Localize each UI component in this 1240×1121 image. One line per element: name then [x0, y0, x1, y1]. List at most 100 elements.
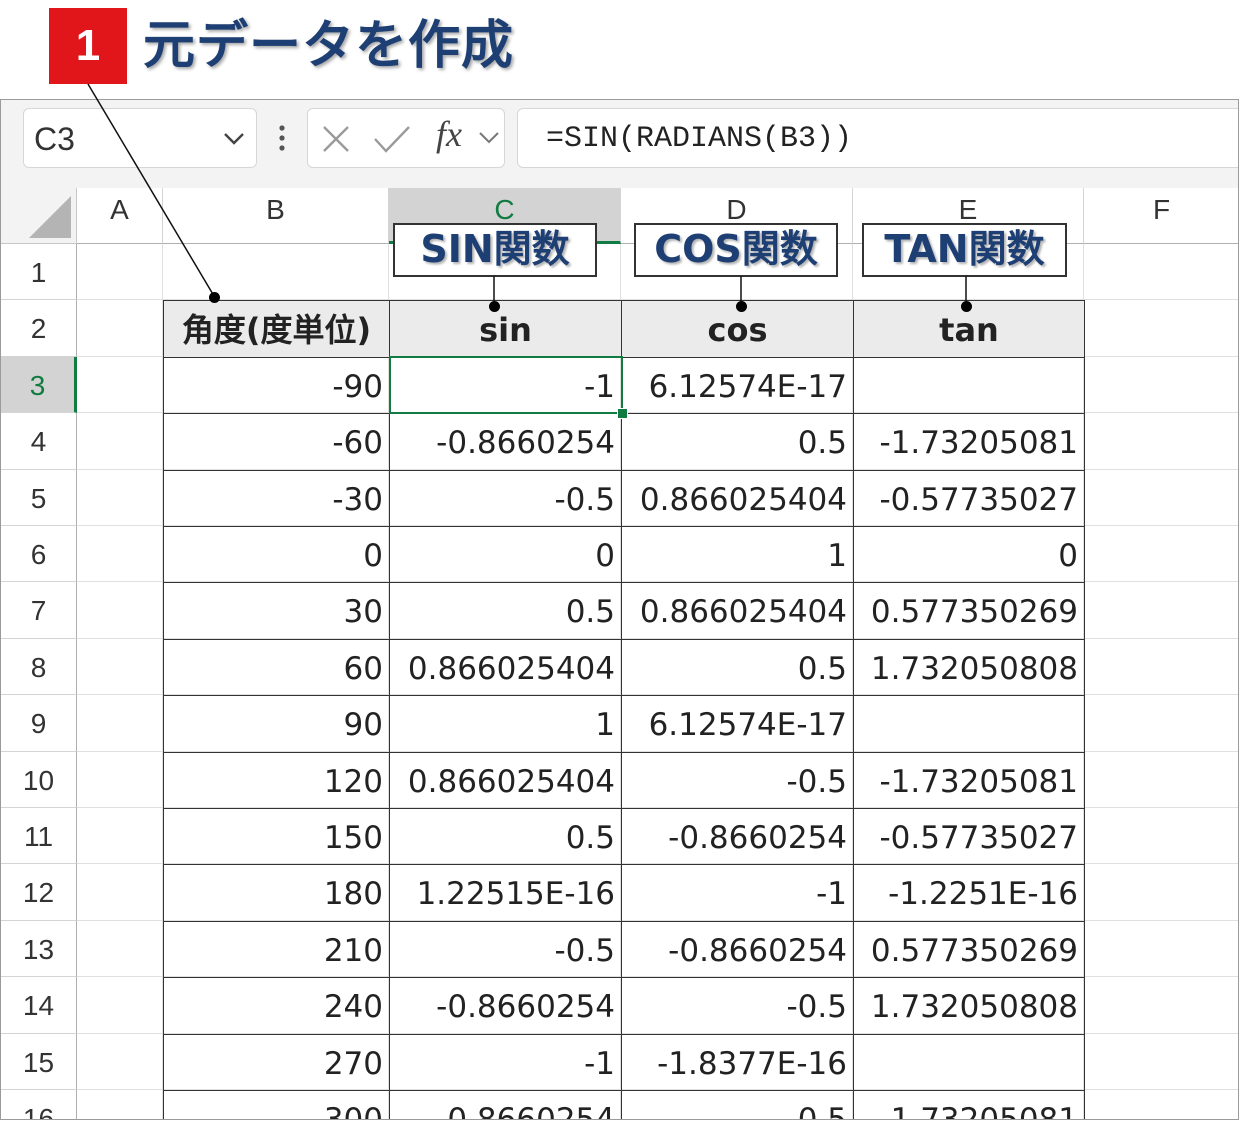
cell-d8[interactable]: 0.5: [621, 638, 854, 697]
cell-c9[interactable]: 1: [389, 695, 622, 753]
row-header-13[interactable]: 13: [1, 920, 77, 978]
cell-d3[interactable]: 6.12574E-17: [621, 356, 854, 415]
cancel-icon[interactable]: [320, 123, 352, 155]
cell-c15[interactable]: -1: [389, 1033, 622, 1091]
chevron-down-icon[interactable]: [222, 129, 246, 149]
function-callout-label: TAN関数: [862, 223, 1067, 277]
cell-c4[interactable]: -0.8660254: [389, 413, 622, 471]
cell-e4[interactable]: -1.73205081: [853, 413, 1085, 471]
cell-d14[interactable]: -0.5: [621, 977, 854, 1035]
cell-b9[interactable]: 90: [163, 695, 390, 753]
cell-d7[interactable]: 0.866025404: [621, 582, 854, 640]
row-header-1[interactable]: 1: [1, 244, 77, 301]
row-header-2[interactable]: 2: [1, 300, 77, 357]
cell-e3[interactable]: [853, 356, 1085, 415]
cell-b4[interactable]: -60: [163, 413, 390, 471]
column-header-f[interactable]: F: [1084, 188, 1238, 244]
cell-d9[interactable]: 6.12574E-17: [621, 695, 854, 753]
cell-b5[interactable]: -30: [163, 469, 390, 527]
cell-d6[interactable]: 1: [621, 526, 854, 584]
cell-e9[interactable]: [853, 695, 1085, 753]
cell-d13[interactable]: -0.8660254: [621, 920, 854, 979]
row-header-10[interactable]: 10: [1, 751, 77, 808]
cell-e7[interactable]: 0.577350269: [853, 582, 1085, 640]
cell-d12[interactable]: -1: [621, 864, 854, 922]
formula-input[interactable]: =SIN(RADIANS(B3)): [517, 108, 1238, 168]
cell-c7[interactable]: 0.5: [389, 582, 622, 640]
column-header-a[interactable]: A: [77, 188, 163, 244]
row-header-12[interactable]: 12: [1, 864, 77, 921]
row-header-3[interactable]: 3: [1, 356, 77, 414]
cell-e16[interactable]: 1.73205081: [853, 1090, 1085, 1119]
header-cell-b[interactable]: 角度(度単位): [163, 300, 390, 358]
callout-dot: [489, 301, 500, 312]
cell-d15[interactable]: -1.8377E-16: [621, 1033, 854, 1091]
cell-e8[interactable]: 1.732050808: [853, 638, 1085, 697]
cell-b10[interactable]: 120: [163, 751, 390, 809]
cell-c10[interactable]: 0.866025404: [389, 751, 622, 809]
cell-c12[interactable]: 1.22515E-16: [389, 864, 622, 922]
cell-e10[interactable]: -1.73205081: [853, 751, 1085, 809]
enter-check-icon[interactable]: [372, 123, 412, 155]
cell-b12[interactable]: 180: [163, 864, 390, 922]
cell-c3[interactable]: -1: [389, 356, 622, 415]
callout-dot: [209, 292, 220, 303]
callout-dot: [736, 301, 747, 312]
cell-e12[interactable]: -1.2251E-16: [853, 864, 1085, 922]
row-header-16[interactable]: 16: [1, 1090, 77, 1119]
row-header-4[interactable]: 4: [1, 413, 77, 470]
cell-c5[interactable]: -0.5: [389, 469, 622, 527]
select-all-corner[interactable]: [1, 188, 77, 244]
cell-c14[interactable]: -0.8660254: [389, 977, 622, 1035]
cell-c6[interactable]: 0: [389, 526, 622, 584]
fill-handle[interactable]: [617, 408, 628, 419]
column-header-b[interactable]: B: [163, 188, 389, 244]
cell-b14[interactable]: 240: [163, 977, 390, 1035]
cell-d4[interactable]: 0.5: [621, 413, 854, 471]
cell-b15[interactable]: 270: [163, 1033, 390, 1091]
formula-text: =SIN(RADIANS(B3)): [546, 122, 853, 156]
cell-c13[interactable]: -0.5: [389, 920, 622, 979]
row-header-8[interactable]: 8: [1, 638, 77, 696]
cell-b7[interactable]: 30: [163, 582, 390, 640]
cell-b6[interactable]: 0: [163, 526, 390, 584]
insert-function-button[interactable]: fx: [436, 113, 462, 155]
chevron-down-icon[interactable]: [478, 129, 500, 147]
cell-c8[interactable]: 0.866025404: [389, 638, 622, 697]
cell-c16[interactable]: 0.8660254: [389, 1090, 622, 1119]
callout-dot: [961, 301, 972, 312]
cell-e5[interactable]: -0.57735027: [853, 469, 1085, 527]
cell-b13[interactable]: 210: [163, 920, 390, 979]
select-all-triangle-icon: [29, 196, 71, 238]
function-callout-label: COS関数: [634, 223, 838, 277]
more-options-icon[interactable]: [275, 124, 289, 154]
function-callout-label: SIN関数: [393, 223, 597, 277]
cell-c11[interactable]: 0.5: [389, 808, 622, 866]
cell-e14[interactable]: 1.732050808: [853, 977, 1085, 1035]
cell-b8[interactable]: 60: [163, 638, 390, 697]
cell-d5[interactable]: 0.866025404: [621, 469, 854, 527]
cell-e13[interactable]: 0.577350269: [853, 920, 1085, 979]
step-title: 元データを作成: [143, 16, 515, 76]
cell-e15[interactable]: [853, 1033, 1085, 1091]
cell-d11[interactable]: -0.8660254: [621, 808, 854, 866]
cell-d16[interactable]: 0.5: [621, 1090, 854, 1119]
row-header-14[interactable]: 14: [1, 977, 77, 1034]
header-cell-c[interactable]: sin: [389, 300, 622, 358]
formula-bar: C3 fx =SIN(RADIANS(B3)): [1, 100, 1238, 188]
row-header-9[interactable]: 9: [1, 695, 77, 752]
cell-b3[interactable]: -90: [163, 356, 390, 415]
row-header-5[interactable]: 5: [1, 469, 77, 526]
cell-e6[interactable]: 0: [853, 526, 1085, 584]
row-header-15[interactable]: 15: [1, 1033, 77, 1090]
cell-b11[interactable]: 150: [163, 808, 390, 866]
name-box-value: C3: [34, 121, 75, 157]
row-header-7[interactable]: 7: [1, 582, 77, 639]
cell-e11[interactable]: -0.57735027: [853, 808, 1085, 866]
step-number-badge: 1: [49, 8, 127, 84]
row-header-11[interactable]: 11: [1, 808, 77, 865]
name-box[interactable]: C3: [23, 108, 257, 168]
row-header-6[interactable]: 6: [1, 526, 77, 583]
cell-b16[interactable]: 300: [163, 1090, 390, 1119]
cell-d10[interactable]: -0.5: [621, 751, 854, 809]
